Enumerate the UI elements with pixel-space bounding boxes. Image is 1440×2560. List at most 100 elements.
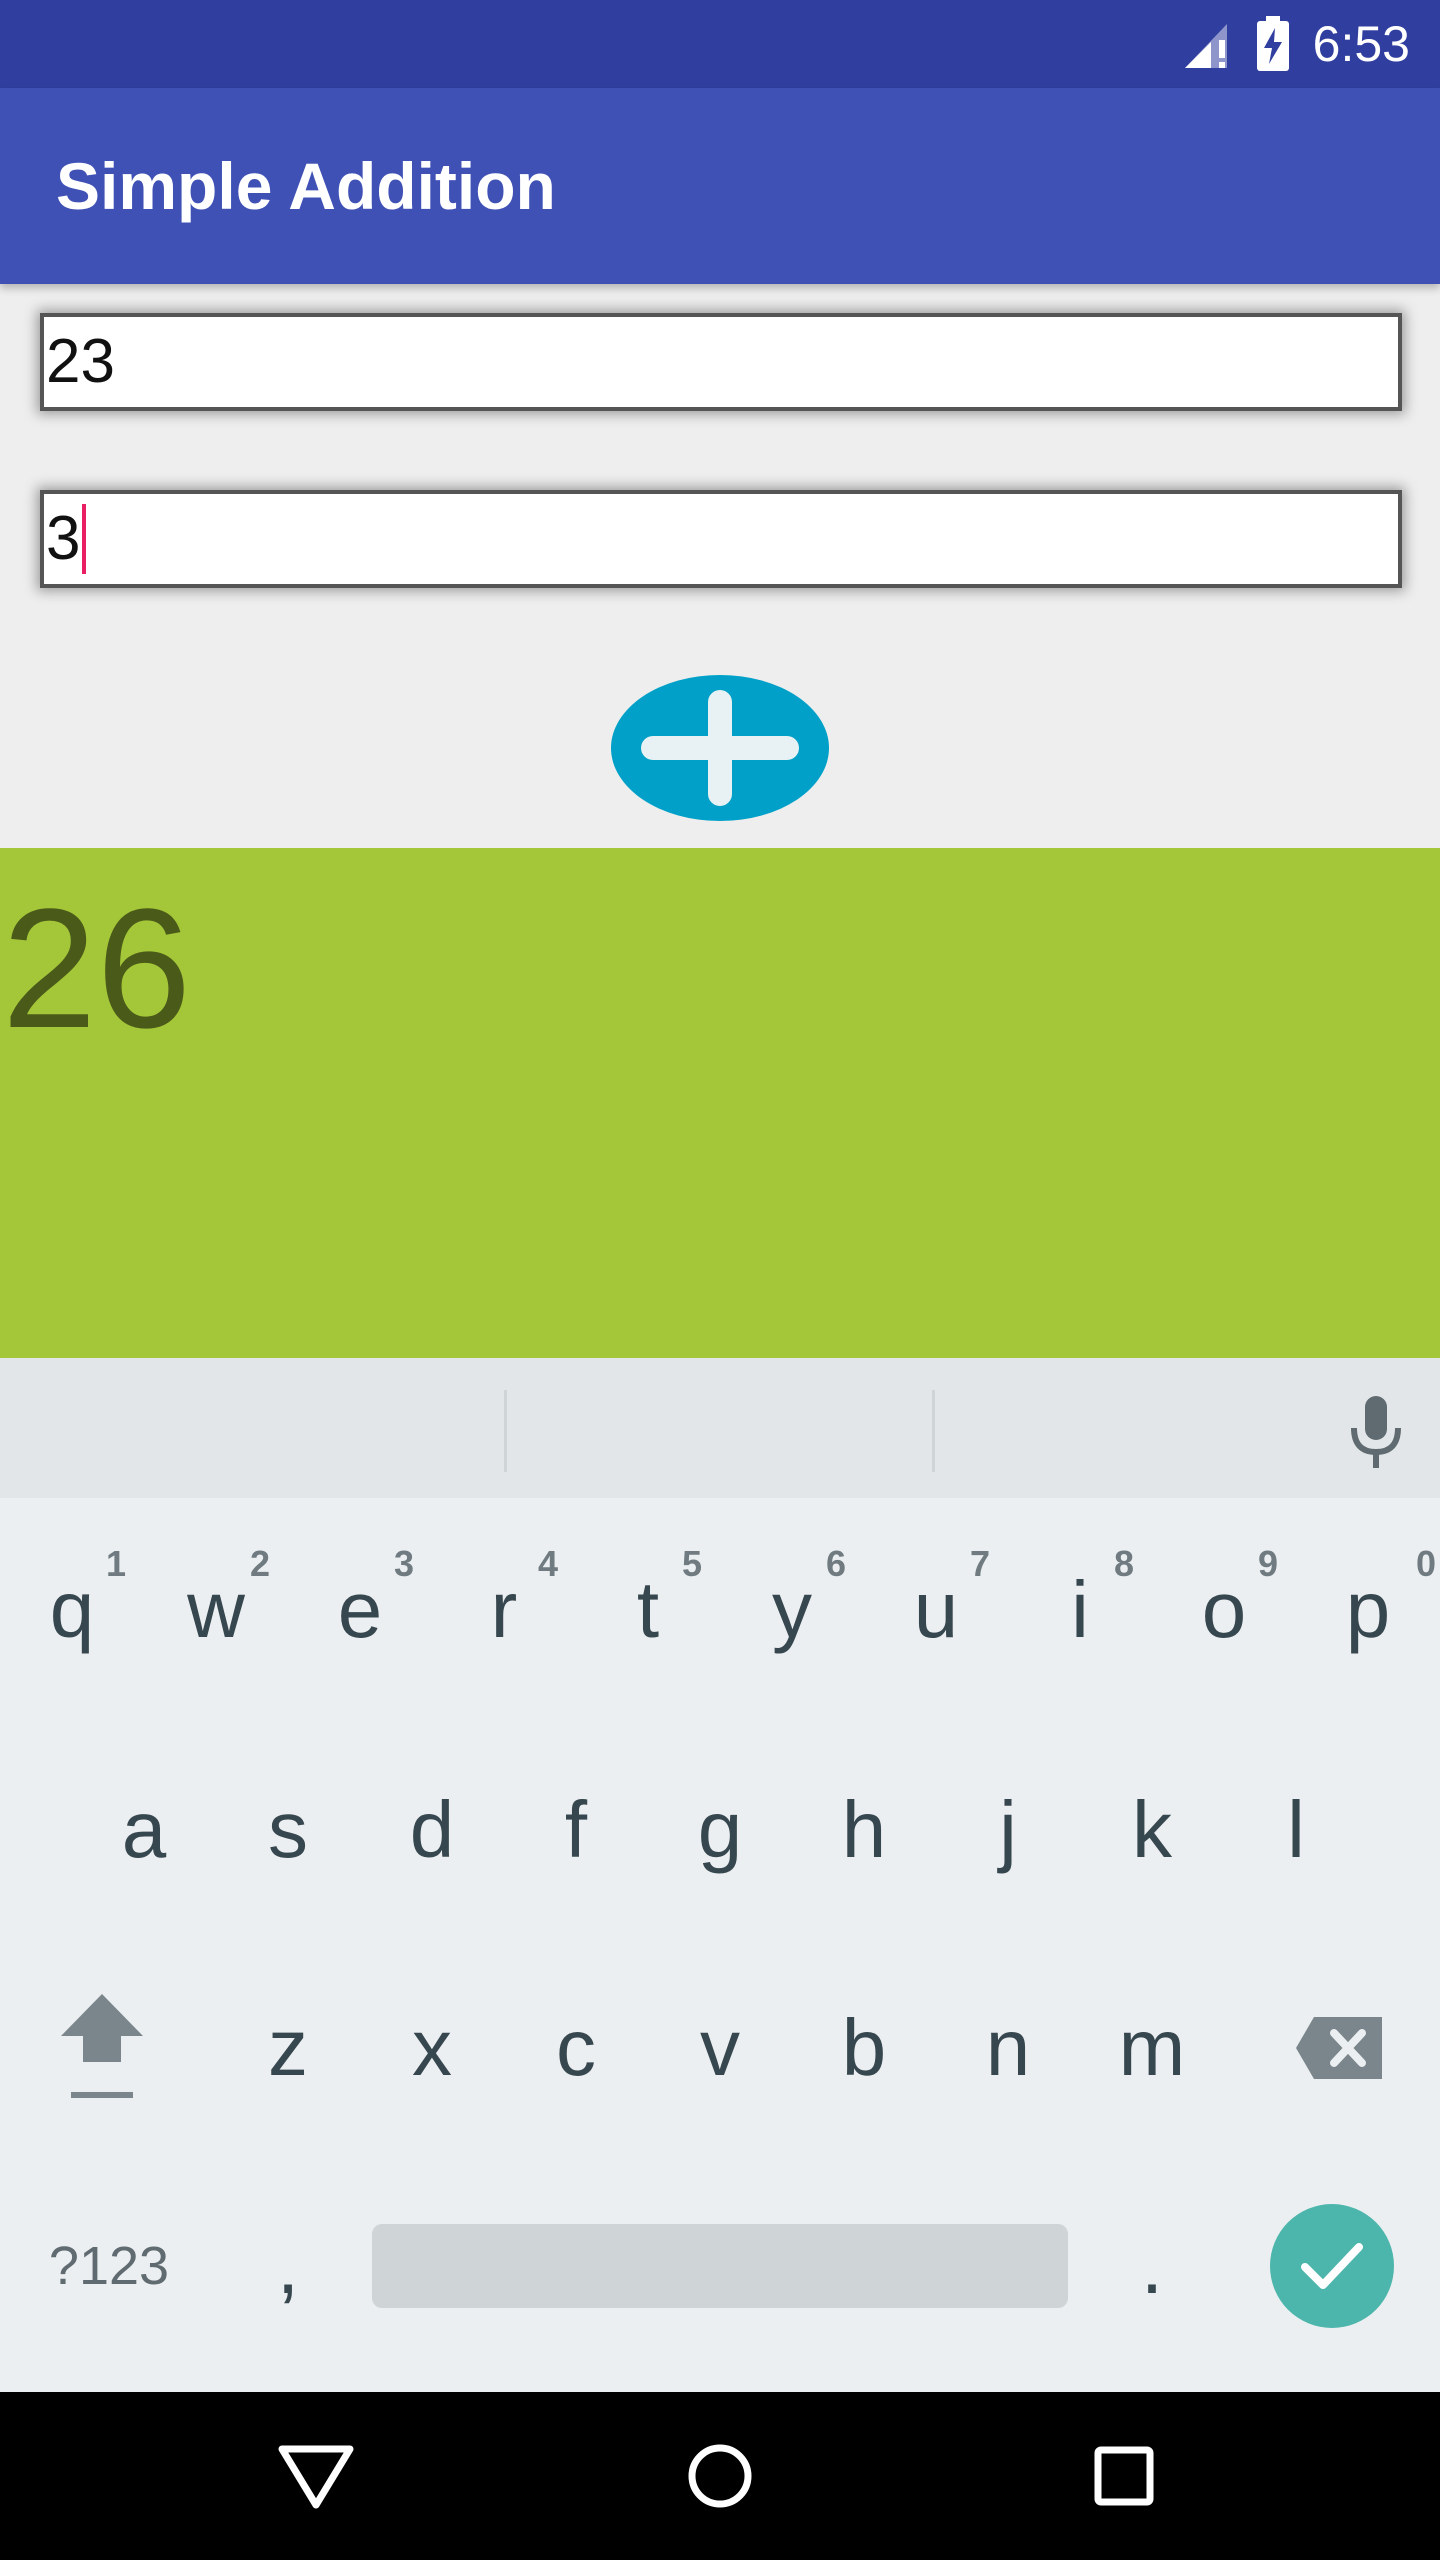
second-number-input[interactable]: 3 — [40, 490, 1402, 588]
key-j[interactable]: j — [936, 1730, 1080, 1930]
suggestion-strip — [0, 1358, 1440, 1498]
key-label: d — [409, 1785, 455, 1874]
key-q[interactable]: q1 — [0, 1510, 144, 1710]
key-label: l — [1287, 1785, 1305, 1874]
comma-key[interactable]: , — [216, 2166, 360, 2366]
key-hint: 3 — [393, 1543, 414, 1584]
suggestion-divider — [932, 1390, 935, 1472]
key-w[interactable]: w2 — [144, 1510, 288, 1710]
key-label: z — [268, 2003, 308, 2092]
key-label: b — [841, 2003, 887, 2092]
battery-charging-icon — [1256, 16, 1289, 71]
key-l[interactable]: l — [1224, 1730, 1368, 1930]
key-label: i — [1071, 1565, 1089, 1654]
key-p[interactable]: p0 — [1296, 1510, 1440, 1710]
key-hint: 7 — [969, 1543, 990, 1584]
key-n[interactable]: n — [936, 1948, 1080, 2148]
key-label: ?123 — [48, 2236, 170, 2296]
done-key[interactable] — [1270, 2204, 1394, 2328]
key-y[interactable]: y6 — [720, 1510, 864, 1710]
first-number-input[interactable]: 23 — [40, 313, 1402, 411]
key-i[interactable]: i8 — [1008, 1510, 1152, 1710]
key-a[interactable]: a — [72, 1730, 216, 1930]
key-d[interactable]: d — [360, 1730, 504, 1930]
key-o[interactable]: o9 — [1152, 1510, 1296, 1710]
key-label: , — [276, 2221, 300, 2310]
recents-icon — [1094, 2446, 1154, 2506]
key-r[interactable]: r4 — [432, 1510, 576, 1710]
key-label: c — [556, 2003, 596, 2092]
key-label: t — [636, 1565, 660, 1654]
first-number-value: 23 — [46, 327, 115, 396]
key-label: s — [268, 1785, 308, 1874]
key-label: w — [187, 1565, 245, 1654]
key-label: f — [564, 1785, 588, 1874]
key-label: q — [49, 1565, 95, 1654]
key-label: o — [1201, 1565, 1247, 1654]
key-label: v — [700, 2003, 740, 2092]
key-c[interactable]: c — [504, 1948, 648, 2148]
period-key[interactable]: . — [1080, 2166, 1224, 2366]
key-label: a — [121, 1785, 167, 1874]
plus-icon — [641, 690, 799, 806]
key-x[interactable]: x — [360, 1948, 504, 2148]
status-bar: 6:53 — [0, 0, 1440, 88]
signal-icon — [1184, 24, 1227, 68]
microphone-icon[interactable] — [1346, 1394, 1406, 1474]
home-button[interactable] — [670, 2426, 770, 2526]
key-hint: 0 — [1415, 1543, 1436, 1584]
key-label: y — [772, 1565, 812, 1654]
key-m[interactable]: m — [1080, 1948, 1224, 2148]
space-key[interactable] — [372, 2224, 1068, 2308]
key-hint: 5 — [681, 1543, 702, 1584]
key-k[interactable]: k — [1080, 1730, 1224, 1930]
backspace-key[interactable] — [1268, 1948, 1412, 2148]
backspace-icon — [1296, 2017, 1382, 2079]
soft-keyboard: q1 w2 e3 r4 t5 y6 u7 i8 o9 p0 a s d f g … — [0, 1358, 1440, 2392]
key-s[interactable]: s — [216, 1730, 360, 1930]
key-g[interactable]: g — [648, 1730, 792, 1930]
key-e[interactable]: e3 — [288, 1510, 432, 1710]
key-v[interactable]: v — [648, 1948, 792, 2148]
key-hint: 9 — [1257, 1543, 1278, 1584]
key-u[interactable]: u7 — [864, 1510, 1008, 1710]
key-hint: 2 — [249, 1543, 270, 1584]
key-hint: 8 — [1113, 1543, 1134, 1584]
shift-key[interactable] — [30, 1948, 174, 2148]
key-label: . — [1140, 2221, 1164, 2310]
back-icon — [278, 2445, 354, 2509]
suggestion-divider — [504, 1390, 507, 1472]
key-f[interactable]: f — [504, 1730, 648, 1930]
key-label: h — [841, 1785, 887, 1874]
key-hint: 4 — [537, 1543, 558, 1584]
key-label: x — [412, 2003, 452, 2092]
key-label: u — [913, 1565, 959, 1654]
back-button[interactable] — [266, 2426, 366, 2526]
home-icon — [688, 2444, 752, 2508]
key-h[interactable]: h — [792, 1730, 936, 1930]
status-time: 6:53 — [1312, 16, 1410, 72]
app-title: Simple Addition — [56, 149, 556, 223]
key-label: n — [985, 2003, 1031, 2092]
key-z[interactable]: z — [216, 1948, 360, 2148]
recents-button[interactable] — [1074, 2426, 1174, 2526]
key-hint: 1 — [105, 1543, 126, 1584]
key-t[interactable]: t5 — [576, 1510, 720, 1710]
key-label: g — [697, 1785, 743, 1874]
shift-icon — [61, 1994, 143, 2098]
key-label: k — [1132, 1785, 1172, 1874]
second-number-value: 3 — [46, 504, 81, 573]
result-value: 26 — [2, 874, 192, 1064]
key-label: r — [490, 1565, 518, 1654]
key-label: p — [1345, 1565, 1391, 1654]
app-screen: 6:53 Simple Addition 23 3 26 q 1 w 2 e 3… — [0, 0, 1440, 2560]
add-button[interactable] — [611, 675, 829, 821]
app-bar: Simple Addition — [0, 88, 1440, 284]
key-hint: 6 — [825, 1543, 846, 1584]
text-cursor — [82, 504, 87, 574]
key-b[interactable]: b — [792, 1948, 936, 2148]
status-icons: 6:53 — [1181, 0, 1410, 88]
navigation-bar — [0, 2392, 1440, 2560]
result-panel: 26 — [0, 848, 1440, 1358]
symbols-key[interactable]: ?123 — [36, 2166, 182, 2366]
